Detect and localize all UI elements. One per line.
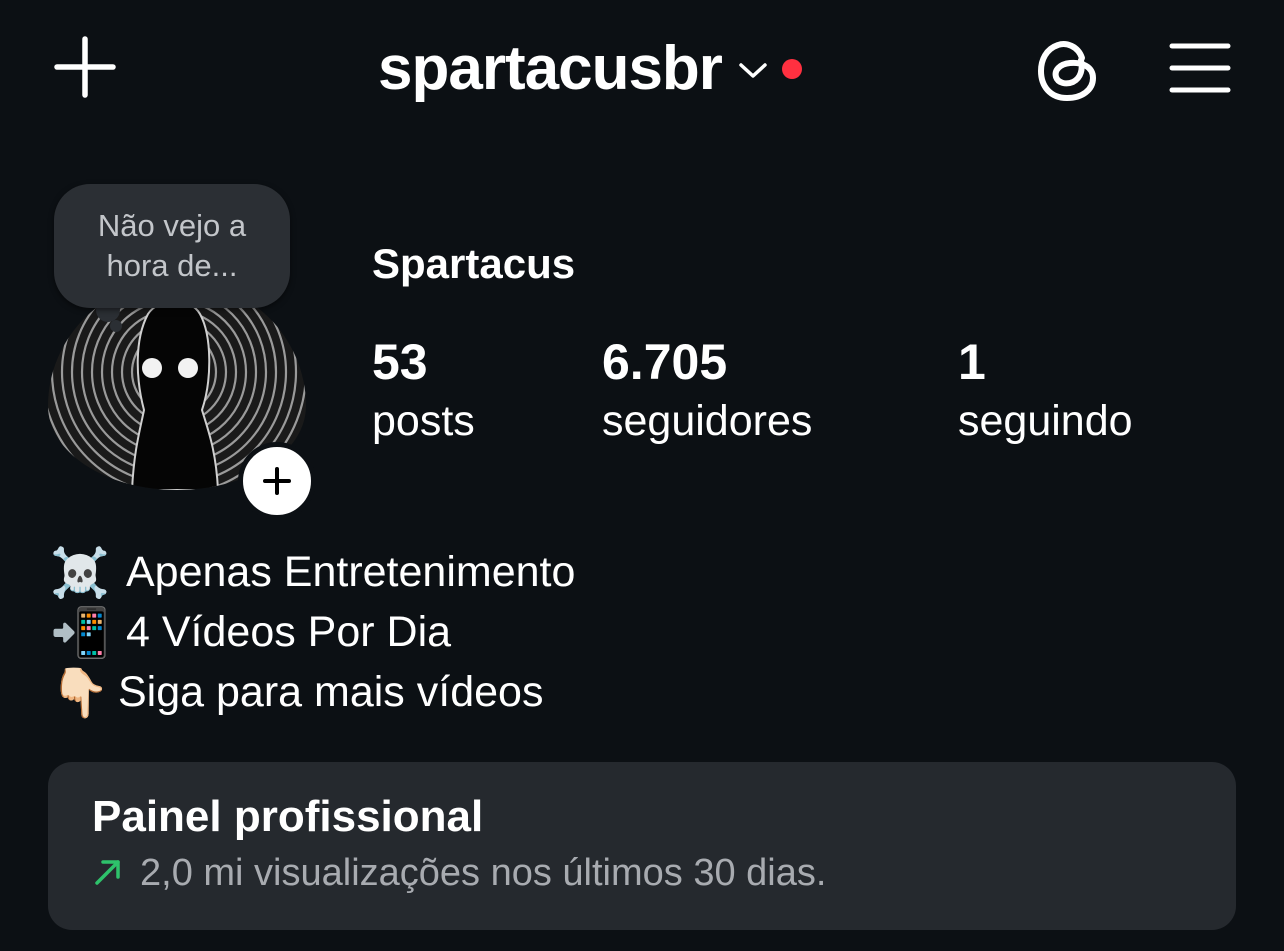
- bio: ☠️ Apenas Entretenimento 📲 4 Vídeos Por …: [50, 542, 575, 722]
- stat-posts[interactable]: 53 posts: [372, 332, 475, 450]
- profile-screen: spartacusbr Não vejo a hora de... Sparta…: [0, 0, 1284, 951]
- bio-line: 📲 4 Vídeos Por Dia: [50, 602, 575, 662]
- top-bar: spartacusbr: [0, 0, 1284, 135]
- hamburger-menu-icon: [1169, 43, 1231, 93]
- notification-dot: [781, 59, 802, 79]
- chevron-down-icon: [738, 62, 768, 80]
- skull-crossbones-icon: ☠️: [50, 544, 110, 601]
- stat-following[interactable]: 1 seguindo: [958, 332, 1133, 450]
- bio-text: Siga para mais vídeos: [118, 667, 544, 716]
- plus-icon: [263, 467, 291, 495]
- create-button[interactable]: [50, 32, 120, 102]
- note-text: Não vejo a hora de...: [97, 208, 247, 283]
- menu-button[interactable]: [1164, 36, 1236, 100]
- phone-arrow-icon: 📲: [50, 604, 110, 661]
- pointing-down-icon: 👇🏻: [50, 664, 110, 721]
- note-bubble-tail-dot: [110, 320, 122, 332]
- bio-text: 4 Vídeos Por Dia: [126, 607, 452, 656]
- dashboard-subtitle-text: 2,0 mi visualizações nos últimos 30 dias…: [140, 852, 827, 894]
- bio-text: Apenas Entretenimento: [126, 547, 576, 596]
- bio-line: 👇🏻 Siga para mais vídeos: [50, 662, 575, 722]
- threads-button[interactable]: [1030, 32, 1106, 108]
- stat-posts-value: 53: [372, 334, 428, 390]
- username: spartacusbr: [378, 34, 723, 103]
- account-switcher[interactable]: spartacusbr: [378, 24, 802, 114]
- threads-icon: [1038, 41, 1096, 101]
- avatar-area: Não vejo a hora de...: [44, 180, 316, 520]
- add-story-button[interactable]: [238, 442, 316, 520]
- plus-icon: [54, 36, 116, 98]
- stat-following-value: 1: [958, 334, 986, 390]
- note-bubble[interactable]: Não vejo a hora de...: [54, 184, 290, 308]
- dashboard-subtitle: 2,0 mi visualizações nos últimos 30 dias…: [92, 852, 826, 895]
- trend-up-icon: [92, 856, 128, 892]
- stat-followers-label: seguidores: [602, 397, 813, 445]
- dashboard-title: Painel profissional: [92, 792, 484, 841]
- display-name: Spartacus: [372, 240, 576, 287]
- stat-followers-value: 6.705: [602, 334, 728, 390]
- stat-posts-label: posts: [372, 397, 475, 445]
- professional-dashboard-card[interactable]: Painel profissional 2,0 mi visualizações…: [48, 762, 1236, 930]
- stat-followers[interactable]: 6.705 seguidores: [602, 332, 812, 450]
- bio-line: ☠️ Apenas Entretenimento: [50, 542, 575, 602]
- stat-following-label: seguindo: [958, 397, 1133, 445]
